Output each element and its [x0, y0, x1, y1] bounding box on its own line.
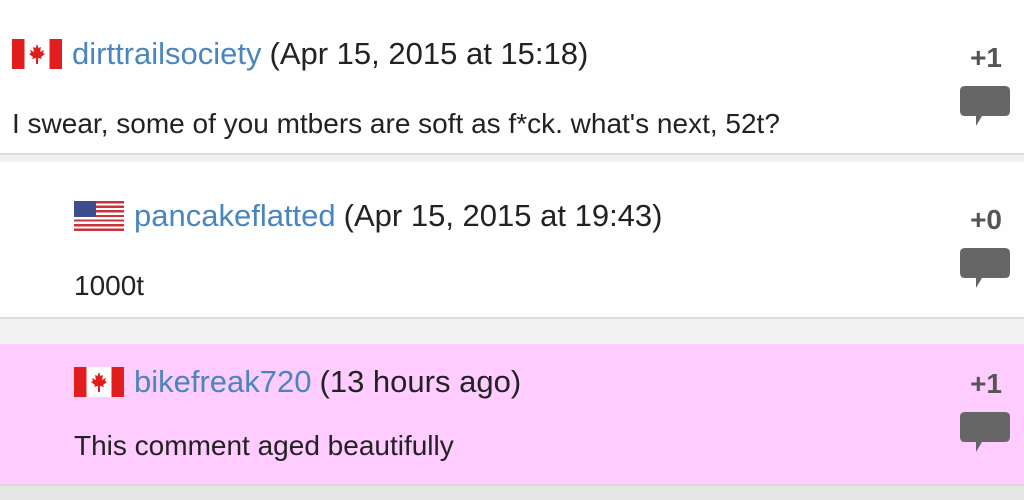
comment-body: 1000t — [74, 270, 145, 301]
comment-body: I swear, some of you mtbers are soft as … — [12, 108, 780, 139]
comment-date: (Apr 15, 2015 at 19:43) — [343, 198, 663, 233]
canada-flag-icon — [12, 39, 62, 69]
comment-body: This comment aged beautifully — [74, 430, 454, 461]
comment: dirttrailsociety (Apr 15, 2015 at 15:18)… — [0, 0, 1024, 155]
comment-highlighted: bikefreak720 (13 hours ago) This comment… — [0, 344, 1024, 484]
comment-header: dirttrailsociety (Apr 15, 2015 at 15:18) — [12, 36, 588, 72]
vote-score[interactable]: +1 — [970, 368, 1002, 400]
speech-bubble-icon[interactable] — [960, 86, 1010, 132]
speech-bubble-icon[interactable] — [960, 248, 1010, 294]
comment-header: bikefreak720 (13 hours ago) — [74, 364, 521, 400]
comment-date: (Apr 15, 2015 at 15:18) — [269, 36, 589, 71]
vote-score[interactable]: +1 — [970, 42, 1002, 74]
username-link[interactable]: pancakeflatted — [134, 198, 336, 234]
usa-flag-icon — [74, 201, 124, 231]
comment: pancakeflatted (Apr 15, 2015 at 19:43) 1… — [0, 162, 1024, 319]
comment-separator — [0, 320, 1024, 344]
comment-header: pancakeflatted (Apr 15, 2015 at 19:43) — [74, 198, 662, 234]
canada-flag-icon — [74, 367, 124, 397]
comment-date: (13 hours ago) — [319, 364, 522, 399]
vote-score[interactable]: +0 — [970, 204, 1002, 236]
speech-bubble-icon[interactable] — [960, 412, 1010, 458]
list-bottom-edge — [0, 484, 1024, 500]
username-link[interactable]: bikefreak720 — [134, 364, 312, 400]
username-link[interactable]: dirttrailsociety — [72, 36, 262, 72]
